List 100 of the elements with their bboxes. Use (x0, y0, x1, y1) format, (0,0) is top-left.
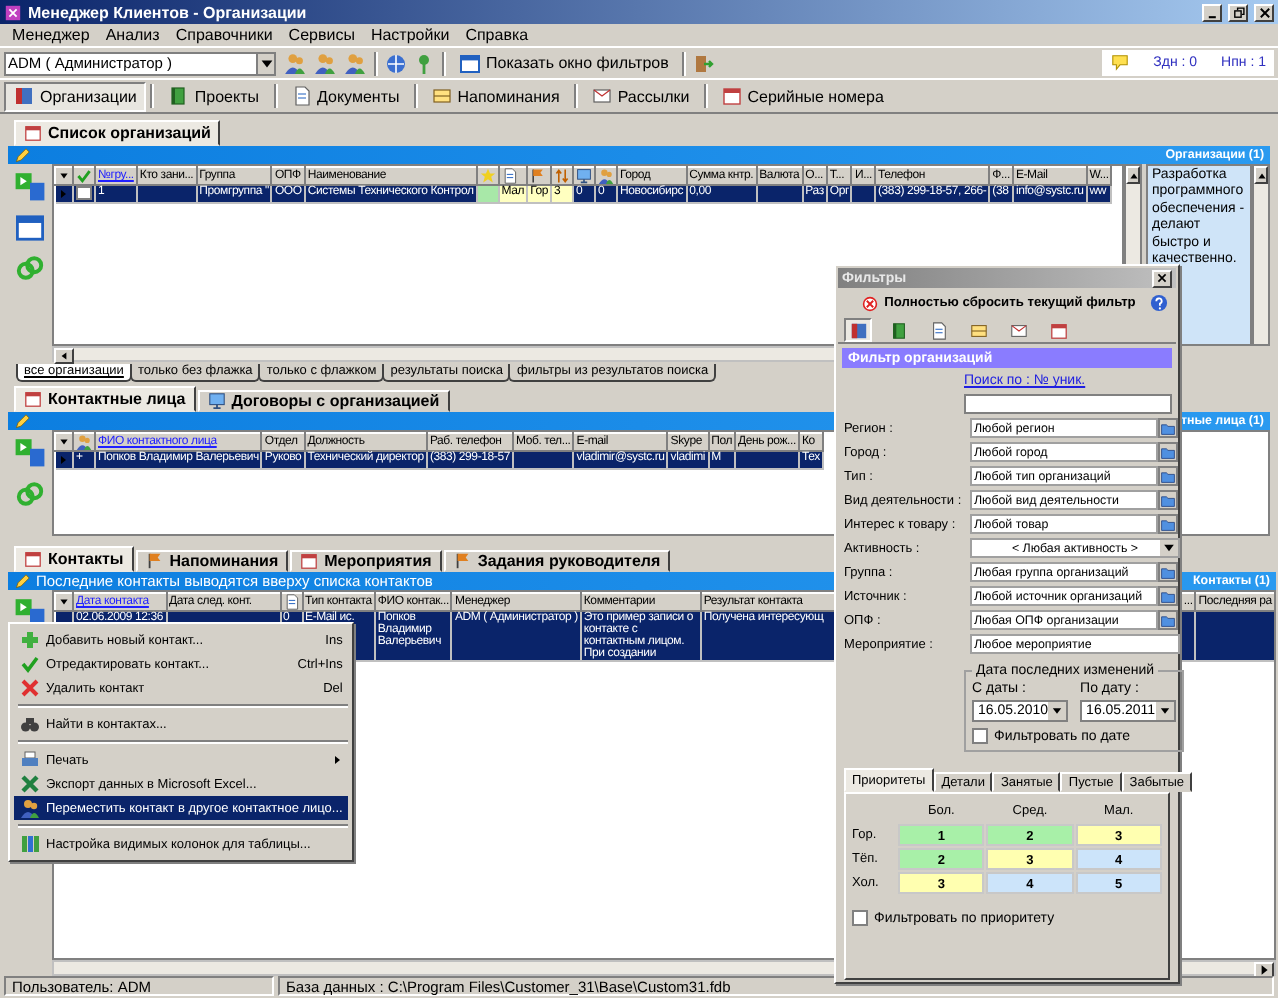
printer-icon (20, 750, 40, 770)
tab[interactable]: Список организаций (14, 120, 221, 146)
card-icon (14, 86, 34, 106)
up-arrow-icon (1255, 169, 1267, 181)
checkmark-icon (76, 168, 92, 184)
calendar-icon (24, 550, 42, 568)
plus-icon (20, 630, 40, 650)
close-button[interactable] (1152, 269, 1172, 287)
tab[interactable] (844, 318, 872, 342)
tab[interactable]: Задания руководителя (443, 550, 671, 572)
tray-icon (969, 321, 987, 339)
help-icon[interactable] (1150, 294, 1168, 312)
people-icon[interactable] (314, 52, 336, 74)
people-icon (20, 798, 40, 818)
flag-icon (530, 168, 547, 184)
door-icon[interactable] (694, 53, 715, 73)
close-button[interactable] (1254, 3, 1274, 21)
people-icon[interactable] (284, 52, 306, 74)
browse-button[interactable] (1158, 490, 1178, 510)
right-arrow-icon (1258, 964, 1270, 976)
calendar-icon (300, 552, 319, 570)
section-tab[interactable]: Проекты (158, 81, 269, 111)
section-tab[interactable]: Организации (4, 81, 147, 111)
checkbox[interactable] (972, 728, 988, 744)
arrows-icon (554, 168, 570, 184)
close-icon (1257, 5, 1271, 19)
book-icon (168, 86, 189, 106)
x-mark-icon (20, 774, 40, 794)
browse-button[interactable] (1158, 562, 1178, 582)
menu-item[interactable]: Менеджер (4, 26, 98, 44)
minimize-button[interactable] (1202, 3, 1222, 21)
binoculars-icon (20, 714, 40, 734)
browse-button[interactable] (1158, 586, 1178, 606)
menu-item[interactable]: Справочники (167, 26, 281, 44)
cross-circle-icon (862, 295, 879, 311)
app-icon (4, 3, 22, 21)
calendar-icon (24, 390, 42, 408)
section-tab[interactable]: Напоминания (421, 81, 570, 111)
menu-item[interactable]: Справка (457, 26, 537, 44)
browse-button[interactable] (1158, 514, 1178, 534)
browse-button[interactable] (1158, 442, 1178, 462)
window-icon[interactable] (16, 214, 44, 242)
menu-item[interactable]: Сервисы (280, 26, 363, 44)
calendar-icon (721, 86, 742, 106)
search-field[interactable] (964, 394, 1172, 414)
envelope-icon (1009, 321, 1027, 339)
show-filters-button[interactable]: Показать окно фильтров (454, 53, 675, 73)
checkbox[interactable] (852, 910, 868, 926)
dropdown-arrow-icon (1160, 540, 1178, 556)
tab[interactable]: Мероприятия (290, 550, 442, 572)
columns-icon (20, 834, 40, 854)
checkmark-icon (20, 654, 40, 674)
browse-button[interactable] (1158, 466, 1178, 486)
book-icon (889, 321, 907, 339)
flag-icon (453, 552, 472, 570)
document-icon (929, 321, 947, 339)
calendar-icon (24, 124, 42, 142)
section-tab[interactable]: Серийные номера (711, 81, 894, 111)
flag-icon (145, 552, 164, 570)
star-icon (479, 168, 496, 184)
envelope-icon (591, 86, 612, 106)
section-tab[interactable]: Документы (281, 81, 410, 111)
menu-item[interactable]: Настройки (362, 26, 458, 44)
tab[interactable]: Контактные лица (14, 386, 196, 412)
tab[interactable]: Контакты (14, 546, 134, 572)
section-tab[interactable]: Рассылки (581, 81, 700, 111)
menu-item[interactable]: Анализ (97, 26, 168, 44)
cross-icon (20, 678, 40, 698)
window-icon (460, 53, 480, 73)
browse-button[interactable] (1158, 418, 1178, 438)
monitor-icon (576, 168, 592, 184)
row-pointer-icon (57, 188, 67, 200)
window-title: Менеджер Клиентов - Организации (28, 3, 309, 21)
tray-icon (431, 86, 452, 106)
people-icon (598, 168, 614, 184)
restore-icon (1231, 5, 1245, 19)
tab[interactable]: Напоминания (135, 550, 289, 572)
browse-button[interactable] (1158, 610, 1178, 630)
note-icon (1109, 54, 1130, 72)
checkbox[interactable] (76, 186, 92, 200)
document-icon (291, 86, 311, 106)
close-icon (1156, 272, 1168, 284)
submenu-arrow-icon (332, 754, 343, 766)
globe-icon[interactable] (386, 53, 406, 73)
people-icon[interactable] (344, 52, 366, 74)
dropdown-arrow-icon (1050, 704, 1065, 718)
card-icon (849, 321, 867, 339)
left-arrow-icon (58, 350, 70, 362)
restore-button[interactable] (1228, 3, 1248, 21)
pin-icon[interactable] (414, 53, 434, 73)
calendar-icon (1049, 321, 1067, 339)
blocks-icon[interactable] (14, 170, 46, 202)
people-icon (76, 434, 92, 450)
up-arrow-icon (1127, 169, 1139, 181)
tab[interactable]: Договоры с организацией (197, 390, 450, 412)
blocks-icon[interactable] (14, 436, 46, 468)
monitor-icon (207, 392, 226, 410)
vertical-scrollbar[interactable] (1252, 164, 1270, 346)
dropdown-arrow-icon (1157, 704, 1172, 718)
row-pointer-icon (57, 454, 67, 466)
